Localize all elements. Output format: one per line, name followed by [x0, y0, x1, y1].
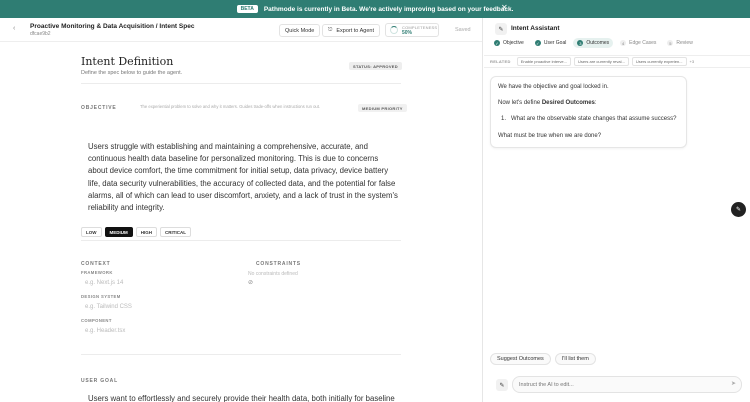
page-title: Intent Definition — [81, 55, 174, 68]
component-input[interactable]: e.g. Header.tsx — [85, 328, 125, 334]
divider — [81, 354, 401, 355]
chevron-left-icon[interactable]: ‹ — [13, 25, 15, 32]
step-number: 3 — [577, 40, 584, 46]
chat-toggle-icon[interactable]: ✎ — [731, 202, 746, 217]
quick-mode-button[interactable]: Quick Mode — [279, 24, 321, 37]
related-chip[interactable]: Enable proactive interve... — [516, 57, 571, 66]
close-icon[interactable]: ✕ — [501, 3, 508, 12]
user-goal-text[interactable]: Users want to effortlessly and securely … — [88, 394, 395, 402]
chat-input-area: ✎ ➤ — [490, 375, 744, 394]
objective-label: OBJECTIVE — [81, 105, 117, 111]
quick-replies: Suggest Outcomes I'll list them — [490, 353, 596, 365]
message-line: We have the objective and goal locked in… — [498, 84, 609, 90]
user-goal-label: USER GOAL — [81, 378, 118, 384]
lock-icon: ⊘ — [248, 280, 254, 286]
step-label: Review — [676, 40, 693, 46]
design-system-label: DESIGN SYSTEM — [81, 294, 121, 299]
check-icon: ✓ — [494, 40, 500, 46]
step-label: User Goal — [543, 40, 567, 46]
constraints-label: CONSTRAINTS — [256, 261, 301, 267]
step-outcomes[interactable]: 3 Outcomes — [573, 38, 614, 48]
spec-id: dfcae9b2 — [30, 31, 51, 37]
step-objective[interactable]: ✓ Objective — [490, 38, 528, 48]
objective-text[interactable]: Users struggle with establishing and mai… — [88, 141, 398, 214]
completeness-indicator: COMPLETENESS 50% — [385, 23, 439, 37]
related-more[interactable]: +3 — [690, 59, 695, 64]
completeness-value: 50% — [402, 29, 413, 36]
status-badge[interactable]: STATUS: APPROVED — [349, 62, 402, 70]
save-status: Saved — [455, 27, 471, 33]
assistant-message: We have the objective and goal locked in… — [490, 76, 687, 148]
list-them-button[interactable]: I'll list them — [554, 353, 596, 365]
check-icon: ✓ — [534, 40, 541, 46]
spec-editor-pane: ‹ Proactive Monitoring & Data Acquisitio… — [0, 18, 483, 402]
intent-assistant-pane: ✎ Intent Assistant ✓ Objective ✓ User Goal… — [484, 18, 750, 402]
breadcrumb-title: Proactive Monitoring & Data Acquisition … — [30, 23, 195, 30]
edit-icon[interactable]: ✎ — [496, 379, 508, 391]
page-subtitle: Define the spec below to guide the agent… — [81, 70, 183, 76]
priority-badge: MEDIUM PRIORITY — [358, 104, 407, 112]
progress-ring-icon — [390, 26, 398, 34]
message-line: What must be true when we are done? — [498, 133, 602, 139]
priority-low-button[interactable]: LOW — [81, 227, 102, 237]
suggest-outcomes-button[interactable]: Suggest Outcomes — [490, 353, 551, 365]
step-label: Objective — [503, 40, 524, 46]
step-user-goal[interactable]: ✓ User Goal — [531, 38, 571, 48]
completeness-label: COMPLETENESS — [402, 24, 438, 30]
step-tabs: ✓ Objective ✓ User Goal 3 Outcomes 4 Edge Ca… — [490, 38, 697, 48]
constraints-empty: No constraints defined — [248, 271, 298, 277]
message-text: : — [594, 100, 597, 106]
export-to-agent-button[interactable]: ⎋ Export to Agent — [322, 24, 380, 37]
framework-label: FRAMEWORK — [81, 270, 113, 275]
objective-description: The experiential problem to solve and wh… — [140, 104, 321, 109]
beta-badge: BETA — [236, 5, 258, 13]
design-system-input[interactable]: e.g. Tailwind CSS — [85, 304, 132, 310]
priority-selector: LOW MEDIUM HIGH CRITICAL — [81, 227, 191, 237]
message-line: Now let's define Desired Outcomes: — [498, 100, 597, 106]
related-bar: RELATED Enable proactive interve... User… — [484, 55, 750, 68]
component-label: COMPONENT — [81, 318, 112, 323]
related-label: RELATED — [490, 59, 511, 64]
priority-critical-button[interactable]: CRITICAL — [160, 227, 191, 237]
step-number: 4 — [620, 40, 627, 46]
message-text: Now let's define — [498, 100, 542, 106]
context-label: CONTEXT — [81, 261, 111, 267]
related-chip[interactable]: Users are currently reval... — [573, 57, 629, 66]
step-number: 5 — [667, 40, 674, 46]
beta-message: Pathmode is currently in Beta. We're act… — [263, 5, 514, 13]
divider — [81, 240, 401, 241]
divider — [81, 83, 401, 84]
instruct-input[interactable] — [512, 376, 742, 393]
assistant-icon: ✎ — [495, 23, 507, 35]
list-number: 1. — [501, 116, 507, 122]
framework-input[interactable]: e.g. Next.js 14 — [85, 280, 123, 286]
message-text: What are the observable state changes th… — [511, 116, 677, 122]
step-edge-cases[interactable]: 4 Edge Cases — [616, 38, 660, 48]
step-label: Edge Cases — [629, 40, 657, 46]
related-chip[interactable]: Users currently experien... — [631, 57, 687, 66]
priority-high-button[interactable]: HIGH — [135, 227, 157, 237]
message-emphasis: Desired Outcomes — [541, 100, 595, 106]
editor-topbar: ‹ Proactive Monitoring & Data Acquisitio… — [0, 18, 482, 42]
export-icon: ⎋ — [328, 27, 333, 33]
send-icon[interactable]: ➤ — [731, 380, 736, 387]
message-list-item: 1. What are the observable state changes … — [501, 116, 676, 122]
step-label: Outcomes — [586, 40, 610, 46]
assistant-title: Intent Assistant — [511, 25, 560, 32]
priority-medium-button[interactable]: MEDIUM — [104, 227, 133, 237]
step-review[interactable]: 5 Review — [663, 38, 696, 48]
beta-banner: BETA Pathmode is currently in Beta. We'r… — [0, 0, 750, 18]
export-label: Export to Agent — [336, 27, 374, 34]
